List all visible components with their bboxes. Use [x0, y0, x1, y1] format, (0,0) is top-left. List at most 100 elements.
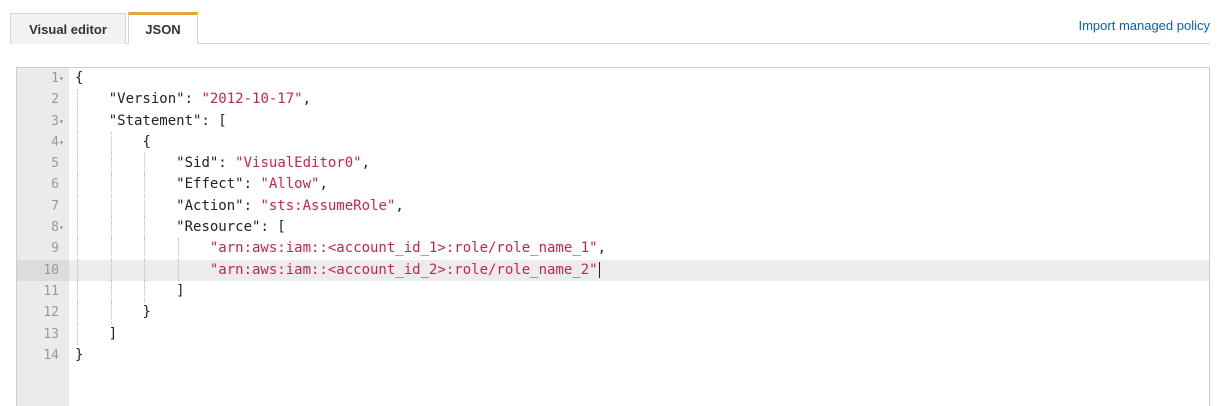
indent-guide	[110, 302, 112, 324]
indent-guide	[110, 153, 112, 175]
code-lines: 1 ▾{2 "Version": "2012-10-17", 3 ▾ "Stateme…	[17, 68, 1209, 366]
indent-guide	[77, 280, 78, 303]
indent-guide	[144, 174, 146, 196]
code-text: ]	[75, 281, 185, 302]
code-line[interactable]: 14}	[17, 345, 1209, 366]
indent-guide	[110, 280, 112, 303]
code-text: "Effect": "Allow",	[75, 174, 328, 195]
indent-guide	[144, 217, 146, 239]
indent-guide	[110, 217, 112, 239]
code-token: "Sid":	[176, 155, 236, 172]
code-token: "Statement": [	[108, 112, 227, 129]
string-token: "Allow"	[260, 176, 320, 193]
tab-visual-editor[interactable]: Visual editor	[10, 13, 126, 44]
code-line[interactable]: 7 "Action": "sts:AssumeRole",	[17, 195, 1209, 218]
indent-guide	[77, 238, 78, 260]
fold-toggle-icon[interactable]: ▾	[59, 68, 64, 89]
line-number: 12	[43, 305, 59, 321]
json-code-editor[interactable]: 1 ▾{2 "Version": "2012-10-17", 3 ▾ "Stateme…	[16, 67, 1210, 406]
indent-guide	[178, 259, 180, 281]
code-token: "Resource": [	[176, 219, 286, 236]
code-token: ,	[361, 155, 371, 172]
code-token: }	[142, 304, 151, 321]
code-text: {	[75, 132, 151, 153]
line-number: 9	[51, 241, 59, 257]
line-number: 5	[51, 156, 59, 172]
code-text: "Statement": [	[75, 111, 227, 132]
line-number: 13	[43, 326, 59, 342]
code-text: "Sid": "VisualEditor0",	[75, 153, 370, 174]
code-line[interactable]: 2 "Version": "2012-10-17",	[17, 89, 1209, 111]
code-token: {	[142, 133, 151, 150]
indent-guide	[77, 259, 78, 281]
indent-guide	[144, 238, 146, 260]
code-line[interactable]: 5 "Sid": "VisualEditor0",	[17, 153, 1209, 175]
indent-guide	[144, 195, 146, 218]
line-number: 6	[51, 177, 59, 193]
fold-toggle-icon[interactable]: ▾	[59, 132, 64, 153]
indent-guide	[77, 217, 78, 239]
string-token: "sts:AssumeRole"	[260, 197, 396, 214]
code-line[interactable]: 11 ]	[17, 280, 1209, 303]
indent-guide	[77, 131, 78, 154]
indent-guide	[77, 323, 78, 345]
indent-guide	[110, 131, 112, 154]
string-token: "arn:aws:iam::<account_id_1>:role/role_n…	[209, 240, 598, 257]
code-token: ,	[302, 91, 312, 108]
string-token: "2012-10-17"	[201, 91, 303, 108]
code-line[interactable]: 12 }	[17, 302, 1209, 324]
indent-guide	[144, 259, 146, 281]
indent-guide	[144, 280, 146, 303]
code-token: "Action":	[176, 197, 261, 214]
code-text: "Resource": [	[75, 217, 286, 238]
fold-toggle-icon[interactable]: ▾	[59, 111, 64, 132]
code-token: ,	[597, 240, 607, 257]
indent-guide	[77, 153, 78, 175]
indent-guide	[110, 259, 112, 281]
indent-guide	[77, 195, 78, 218]
indent-guide	[77, 174, 78, 196]
code-text: "Version": "2012-10-17",	[75, 89, 311, 110]
code-text: "arn:aws:iam::<account_id_2>:role/role_n…	[75, 260, 600, 281]
line-number: 10	[17, 259, 69, 281]
code-token: ]	[176, 282, 185, 299]
tab-json[interactable]: JSON	[128, 12, 198, 44]
string-token: "arn:aws:iam::<account_id_2>:role/role_n…	[209, 261, 598, 278]
indent-guide	[110, 174, 112, 196]
code-text: {	[75, 68, 83, 89]
code-token: ,	[395, 197, 404, 214]
code-text: }	[75, 345, 83, 366]
code-token: "Version":	[108, 91, 202, 108]
code-line[interactable]: 3 ▾ "Statement": [	[17, 110, 1209, 132]
indent-guide	[77, 89, 78, 111]
indent-guide	[110, 195, 112, 218]
editor-tabbar: Visual editor JSON	[10, 0, 1210, 44]
string-token: "VisualEditor0"	[235, 155, 362, 172]
line-number: 14	[43, 347, 59, 363]
line-number: 7	[51, 198, 59, 214]
code-line[interactable]: 13 ]	[17, 323, 1209, 345]
code-text: }	[75, 302, 151, 323]
indent-guide	[77, 110, 78, 132]
text-cursor	[598, 261, 600, 278]
code-token: ,	[319, 176, 328, 193]
code-token: ]	[108, 325, 118, 342]
code-line[interactable]: 8 ▾ "Resource": [	[17, 217, 1209, 239]
fold-toggle-icon[interactable]: ▾	[59, 217, 64, 238]
code-token: {	[75, 70, 84, 86]
indent-guide	[77, 302, 78, 324]
line-number: 2	[51, 92, 59, 108]
code-text: "arn:aws:iam::<account_id_1>:role/role_n…	[75, 238, 606, 259]
indent-guide	[178, 238, 180, 260]
code-line[interactable]: 1 ▾{	[17, 68, 1209, 89]
code-line[interactable]: 10 "arn:aws:iam::<account_id_2>:role/rol…	[17, 259, 1209, 281]
code-line[interactable]: 4 ▾ {	[17, 131, 1209, 154]
code-text: ]	[75, 324, 117, 345]
code-token: "Effect":	[176, 176, 261, 193]
code-text: "Action": "sts:AssumeRole",	[75, 196, 404, 217]
import-managed-policy-link[interactable]: Import managed policy	[1078, 18, 1210, 33]
code-line[interactable]: 6 "Effect": "Allow",	[17, 174, 1209, 196]
indent-guide	[110, 238, 112, 260]
code-line[interactable]: 9 "arn:aws:iam::<account_id_1>:role/role…	[17, 238, 1209, 260]
line-number: 11	[43, 283, 59, 299]
